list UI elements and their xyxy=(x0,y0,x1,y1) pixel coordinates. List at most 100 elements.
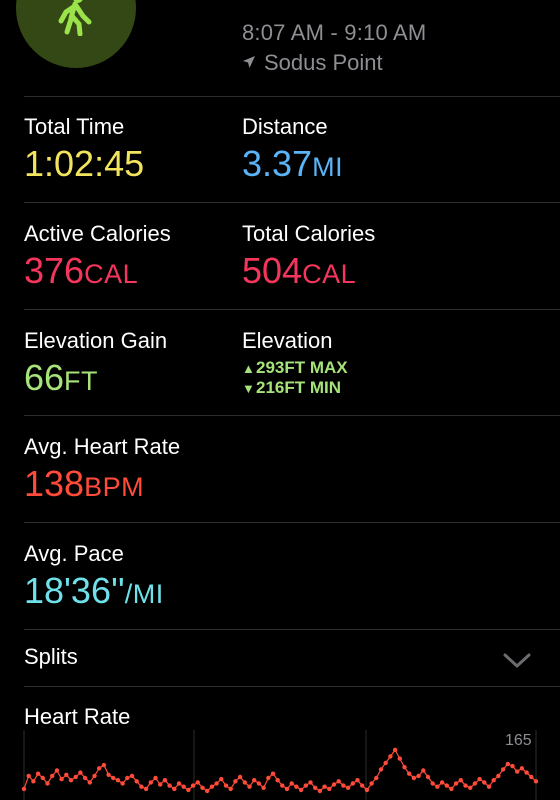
heart-rate-point xyxy=(510,763,515,769)
heart-rate-point xyxy=(205,788,210,794)
heart-rate-point xyxy=(369,781,374,786)
heart-rate-point xyxy=(111,775,116,781)
heart-rate-point xyxy=(143,786,149,792)
heart-rate-point xyxy=(120,781,125,786)
heart-rate-point xyxy=(129,773,135,779)
heart-rate-point xyxy=(350,781,355,786)
heart-rate-point xyxy=(242,780,247,785)
heart-rate-point xyxy=(162,778,168,783)
heart-rate-point xyxy=(247,784,252,789)
workout-detail-screen: 8:07 AM - 9:10 AM Sodus Point Total Time… xyxy=(0,0,560,800)
y-tick-label: 165 xyxy=(505,732,532,749)
heart-rate-point xyxy=(167,783,172,788)
heart-rate-point xyxy=(463,783,468,788)
heart-rate-point xyxy=(336,779,341,784)
heart-rate-point xyxy=(153,775,158,781)
heart-rate-point xyxy=(87,780,93,785)
metric-elevation-gain: Elevation Gain 66FT xyxy=(24,328,167,401)
heart-rate-point xyxy=(106,772,111,777)
heart-rate-point xyxy=(364,787,370,793)
heart-rate-point xyxy=(31,779,36,784)
heart-rate-point xyxy=(355,778,360,783)
location-name: Sodus Point xyxy=(264,50,383,75)
triangle-down-icon: ▼ xyxy=(242,381,255,396)
heart-rate-series-line xyxy=(23,748,537,792)
heart-rate-point xyxy=(233,779,238,784)
heart-rate-point xyxy=(341,783,346,788)
heart-rate-point xyxy=(209,784,215,789)
heart-rate-point xyxy=(491,778,496,783)
elevation-gain-unit: FT xyxy=(64,366,99,396)
heart-rate-point xyxy=(190,783,196,788)
heart-rate-point xyxy=(181,784,186,789)
heart-rate-point xyxy=(82,775,88,781)
heart-rate-point xyxy=(505,761,510,767)
metric-value: 376CAL xyxy=(24,251,171,294)
heart-rate-point xyxy=(524,770,529,775)
heart-rate-point xyxy=(416,773,421,779)
divider xyxy=(24,202,560,203)
heart-rate-point xyxy=(388,754,393,759)
avg-heart-rate-unit: BPM xyxy=(84,472,145,502)
heart-rate-point xyxy=(411,775,417,781)
divider xyxy=(24,309,560,310)
heart-rate-point xyxy=(345,785,351,790)
heart-rate-point xyxy=(270,771,276,776)
heart-rate-point xyxy=(317,788,323,794)
active-calories-value: 376 xyxy=(24,250,85,291)
elevation-gain-value: 66 xyxy=(24,357,65,398)
location-arrow-icon xyxy=(243,56,255,68)
metric-label: Total Calories xyxy=(242,221,376,246)
heart-rate-point xyxy=(92,773,97,779)
heart-rate-title: Heart Rate xyxy=(24,704,131,729)
elevation-min-value: 216FT MIN xyxy=(256,378,342,397)
heart-rate-point xyxy=(360,783,365,788)
workout-type-badge xyxy=(16,0,136,68)
heart-rate-point xyxy=(397,756,402,761)
heart-rate-point xyxy=(449,786,454,792)
metric-label: Elevation xyxy=(242,328,333,353)
heart-rate-point xyxy=(515,769,520,774)
heart-rate-point xyxy=(40,775,45,781)
heart-rate-point xyxy=(237,774,243,780)
total-calories-value: 504 xyxy=(242,250,303,291)
heart-rate-point xyxy=(78,770,83,775)
walking-figure-icon xyxy=(58,0,92,36)
heart-rate-point xyxy=(430,781,435,786)
elevation-max-value: 293FT MAX xyxy=(256,358,348,377)
heart-rate-point xyxy=(139,784,144,789)
heart-rate-point xyxy=(45,781,50,786)
metric-active-calories: Active Calories 376CAL xyxy=(24,221,171,294)
heart-rate-point xyxy=(214,781,219,786)
heart-rate-point xyxy=(458,778,463,783)
heart-rate-point xyxy=(50,773,55,779)
metric-label: Avg. Heart Rate xyxy=(24,434,181,459)
heart-rate-point xyxy=(134,779,139,784)
heart-rate-point xyxy=(472,781,478,786)
heart-rate-point xyxy=(477,776,482,782)
heart-rate-point xyxy=(68,778,74,783)
heart-rate-point xyxy=(266,775,271,781)
heart-rate-point xyxy=(439,780,445,785)
splits-label: Splits xyxy=(24,644,78,669)
heart-rate-point xyxy=(280,783,285,788)
heart-rate-point xyxy=(158,782,163,787)
total-time-value: 1:02:45 xyxy=(24,143,145,184)
workout-header: 8:07 AM - 9:10 AM Sodus Point xyxy=(0,0,560,96)
heart-rate-point xyxy=(374,775,379,781)
heart-rate-point xyxy=(486,784,492,789)
active-calories-unit: CAL xyxy=(84,259,139,289)
total-calories-unit: CAL xyxy=(302,259,357,289)
heart-rate-point xyxy=(313,785,318,790)
divider xyxy=(24,686,560,687)
heart-rate-point xyxy=(519,766,525,771)
heart-rate-point xyxy=(298,787,304,793)
heart-rate-point xyxy=(97,766,102,771)
metric-label: Active Calories xyxy=(24,221,171,246)
metric-label: Distance xyxy=(242,114,328,139)
heart-rate-point xyxy=(331,782,337,787)
heart-rate-point xyxy=(407,771,412,776)
heart-rate-chart: 165 xyxy=(21,730,539,800)
chevron-down-icon[interactable] xyxy=(502,650,532,670)
metric-avg-heart-rate: Avg. Heart Rate 138BPM xyxy=(24,434,180,507)
